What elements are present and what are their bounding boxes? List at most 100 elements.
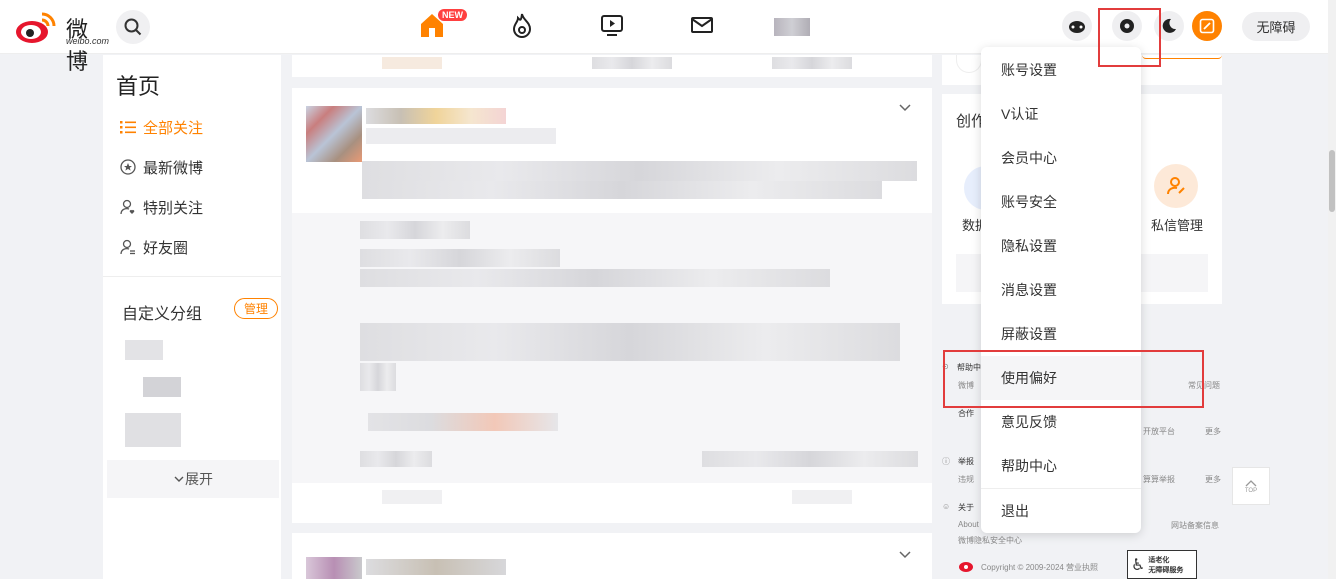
more-link[interactable]: 更多: [1205, 474, 1221, 485]
open-platform-link[interactable]: 开放平台: [1143, 426, 1175, 437]
edit-icon: [1199, 18, 1215, 34]
settings-dropdown-menu: 账号设置 V认证 会员中心 账号安全 隐私设置 消息设置 屏蔽设置 使用偏好 意…: [981, 47, 1141, 533]
about-heading: 关于: [958, 503, 974, 512]
post-action[interactable]: [382, 490, 442, 504]
repost-block[interactable]: [292, 213, 932, 483]
back-to-top-button[interactable]: TOP: [1232, 467, 1270, 505]
expand-groups-button[interactable]: 展开: [107, 460, 279, 498]
new-badge: NEW: [438, 9, 467, 21]
repost-text: [360, 323, 900, 343]
repost-text: [360, 269, 830, 287]
post-author[interactable]: [366, 559, 506, 575]
dm-manage-button[interactable]: [1154, 164, 1198, 208]
icp-link[interactable]: 网站备案信息: [1171, 520, 1219, 531]
repost-author[interactable]: [360, 221, 470, 239]
hot-nav-button[interactable]: [507, 10, 537, 40]
sidebar-item-latest[interactable]: 最新微博: [119, 156, 203, 178]
blurred-content: [382, 57, 442, 69]
mail-icon: [691, 17, 713, 33]
chevron-down-icon[interactable]: [898, 100, 912, 114]
search-button[interactable]: [116, 10, 150, 44]
manage-groups-button[interactable]: 管理: [234, 298, 278, 319]
chevron-up-icon: [1245, 480, 1257, 487]
custom-group-item[interactable]: [143, 377, 181, 397]
video-nav-button[interactable]: [597, 10, 627, 40]
annotation-highlight-settings: [1098, 8, 1161, 67]
annotation-highlight-preferences: [943, 350, 1204, 408]
dm-manage-label[interactable]: 私信管理: [1151, 215, 1203, 234]
feed-card: [292, 88, 932, 523]
wheelchair-icon: ♿: [1131, 556, 1146, 574]
menu-item-logout[interactable]: 退出: [981, 489, 1141, 533]
about-link[interactable]: About: [958, 520, 979, 529]
post-avatar[interactable]: [306, 106, 362, 162]
post-meta: [366, 128, 556, 144]
custom-group-item[interactable]: [125, 340, 163, 360]
sidebar-item-label: 特别关注: [143, 199, 204, 217]
sidebar-item-label: 好友圈: [143, 239, 189, 257]
sidebar-item-all-follow[interactable]: 全部关注: [119, 116, 203, 138]
top-label: TOP: [1244, 488, 1258, 494]
user-avatar[interactable]: [774, 18, 810, 36]
user-heart-icon: [119, 198, 137, 216]
weibo-eye-icon: [16, 12, 56, 43]
sidebar-item-special[interactable]: 特别关注: [119, 196, 203, 218]
sidebar-item-label: 最新微博: [143, 159, 204, 177]
accessibility-button[interactable]: 无障碍: [1242, 12, 1310, 41]
coop-heading: 合作: [958, 409, 974, 418]
page-title: 首页: [116, 74, 161, 99]
chevron-down-icon[interactable]: [898, 547, 912, 561]
blurred-content: [592, 57, 672, 69]
menu-item-account-security[interactable]: 账号安全: [981, 180, 1141, 224]
user-group-icon: [119, 238, 137, 256]
moon-icon: [1162, 18, 1176, 33]
custom-group-title: 自定义分组: [122, 306, 203, 323]
custom-group-item[interactable]: [125, 413, 181, 447]
menu-item-privacy-settings[interactable]: 隐私设置: [981, 224, 1141, 268]
repost-text: [360, 249, 560, 267]
message-nav-button[interactable]: [687, 10, 717, 40]
info-icon: ⓘ: [942, 457, 950, 466]
weibo-small-icon: [959, 562, 973, 572]
post-author[interactable]: [366, 108, 506, 124]
game-button[interactable]: [1062, 11, 1092, 41]
list-icon: [119, 118, 137, 136]
sidebar-divider: [103, 276, 281, 277]
blurred-content: [772, 57, 852, 69]
compose-button[interactable]: [1192, 11, 1222, 41]
a11y-service-badge[interactable]: ♿ 适老化 无障碍服务: [1127, 550, 1197, 579]
menu-item-v-verification[interactable]: V认证: [981, 92, 1141, 136]
logo-subtext: weibo.com: [66, 36, 110, 46]
privacy-center-link[interactable]: 微博隐私安全中心: [958, 535, 1022, 546]
sidebar-item-label: 全部关注: [143, 119, 204, 137]
menu-item-member-center[interactable]: 会员中心: [981, 136, 1141, 180]
repost-footer: [360, 451, 432, 467]
sidebar-item-friends[interactable]: 好友圈: [119, 236, 188, 258]
gamepad-icon: [1069, 21, 1085, 33]
post-avatar[interactable]: [306, 557, 362, 579]
scrollbar-thumb[interactable]: [1329, 150, 1335, 212]
star-circle-icon: [119, 158, 137, 176]
admin-report-link[interactable]: 算算举报: [1143, 474, 1175, 485]
weibo-logo[interactable]: 微博 weibo.com: [14, 8, 110, 75]
menu-item-message-settings[interactable]: 消息设置: [981, 268, 1141, 312]
expand-label: 展开: [185, 471, 213, 487]
repost-text: [360, 363, 396, 391]
page-scrollbar[interactable]: [1328, 0, 1336, 579]
user-edit-icon: [1167, 177, 1185, 195]
a11y-badge-line2: 无障碍服务: [1148, 566, 1184, 574]
copyright-text: Copyright © 2009-2024 营业执照: [981, 563, 1099, 572]
search-icon: [124, 18, 142, 36]
left-sidebar: 首页 全部关注 最新微博 特别关注 好友圈 自定义分组 管理 展开: [103, 55, 281, 579]
report-link[interactable]: 违规: [958, 474, 974, 485]
decorative-ring: [956, 55, 982, 73]
a11y-badge-line1: 适老化: [1148, 556, 1170, 564]
post-action[interactable]: [792, 490, 852, 504]
chevron-down-icon: [174, 476, 184, 482]
post-text: [362, 161, 917, 181]
feed-card: [292, 533, 932, 579]
menu-item-help-center[interactable]: 帮助中心: [981, 444, 1141, 488]
repost-footer: [702, 451, 918, 467]
repost-text: [360, 343, 900, 361]
more-link[interactable]: 更多: [1205, 426, 1221, 437]
